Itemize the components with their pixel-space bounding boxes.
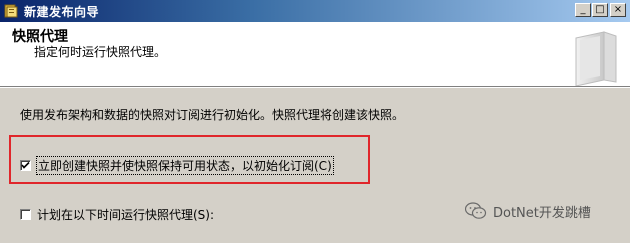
wizard-app-icon [4, 3, 18, 18]
wechat-icon [464, 201, 487, 221]
immediate-checkbox[interactable] [20, 160, 31, 171]
title-bar: 新建发布向导 _ □ × [0, 0, 630, 22]
watermark: DotNet开发跳槽 [464, 201, 591, 221]
page-subtitle: 指定何时运行快照代理。 [34, 45, 167, 59]
description-text: 使用发布架构和数据的快照对订阅进行初始化。快照代理将创建该快照。 [20, 108, 405, 122]
wizard-header: 快照代理 指定何时运行快照代理。 [0, 22, 630, 88]
schedule-checkbox[interactable] [20, 209, 31, 220]
watermark-text: DotNet开发跳槽 [493, 205, 591, 221]
close-button[interactable]: × [610, 3, 626, 17]
minimize-button[interactable]: _ [575, 3, 591, 17]
maximize-button[interactable]: □ [592, 3, 608, 17]
window-title: 新建发布向导 [24, 5, 100, 19]
schedule-label[interactable]: 计划在以下时间运行快照代理(S): [37, 206, 214, 223]
option-schedule[interactable]: 计划在以下时间运行快照代理(S): [20, 206, 214, 223]
option-immediate[interactable]: 立即创建快照并使快照保持可用状态，以初始化订阅(C) [20, 156, 334, 175]
book-icon [570, 30, 620, 87]
immediate-label[interactable]: 立即创建快照并使快照保持可用状态，以初始化订阅(C) [36, 156, 334, 175]
